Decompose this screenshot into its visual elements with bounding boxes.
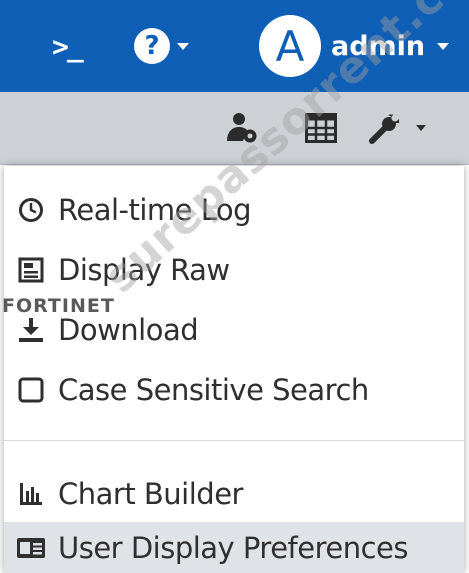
id-card-icon [16, 533, 46, 563]
terminal-icon: >_ [52, 29, 84, 63]
cli-console-button[interactable]: >_ [52, 26, 84, 66]
user-settings-button[interactable] [225, 92, 259, 164]
menu-item-case-sensitive-search[interactable]: Case Sensitive Search [4, 360, 464, 420]
menu-item-chart-builder[interactable]: Chart Builder [4, 464, 464, 524]
table-view-button[interactable] [305, 92, 337, 164]
clock-icon [16, 195, 46, 225]
chevron-down-icon [416, 125, 426, 131]
menu-item-label: User Display Preferences [58, 530, 409, 565]
toolbar [0, 92, 469, 165]
menu-item-real-time-log[interactable]: Real-time Log [4, 180, 464, 240]
avatar: A [259, 15, 321, 77]
wrench-icon [369, 114, 400, 144]
brand-text: FORTINET [2, 295, 115, 317]
checkbox-icon[interactable] [16, 375, 46, 405]
user-menu-button[interactable]: A admin [259, 15, 450, 77]
menu-item-label: Case Sensitive Search [58, 373, 369, 407]
chevron-down-icon [437, 42, 450, 50]
raw-view-icon [16, 255, 46, 285]
avatar-letter: A [275, 21, 305, 71]
chart-icon [16, 479, 46, 509]
help-glyph: ? [144, 31, 160, 61]
tools-menu-button[interactable] [368, 92, 426, 164]
top-bar: >_ ? A admin [0, 0, 469, 92]
help-menu-button[interactable]: ? [134, 26, 189, 66]
menu-item-user-display-preferences[interactable]: User Display Preferences [4, 522, 464, 573]
menu-item-label: Chart Builder [58, 477, 243, 511]
fortinet-logo: FORTINET [2, 295, 115, 317]
user-settings-icon [227, 113, 257, 143]
menu-item-label: Display Raw [58, 253, 230, 287]
download-icon [16, 315, 46, 345]
menu-item-label: Download [58, 313, 199, 347]
username-label: admin [331, 30, 426, 62]
chevron-down-icon [177, 42, 189, 50]
help-icon: ? [134, 28, 170, 64]
menu-divider [4, 440, 464, 441]
menu-item-display-raw[interactable]: Display Raw [4, 240, 464, 300]
table-icon [305, 113, 337, 143]
menu-item-label: Real-time Log [58, 193, 252, 227]
tools-dropdown-menu: Real-time Log Display Raw Download Case … [4, 166, 464, 573]
